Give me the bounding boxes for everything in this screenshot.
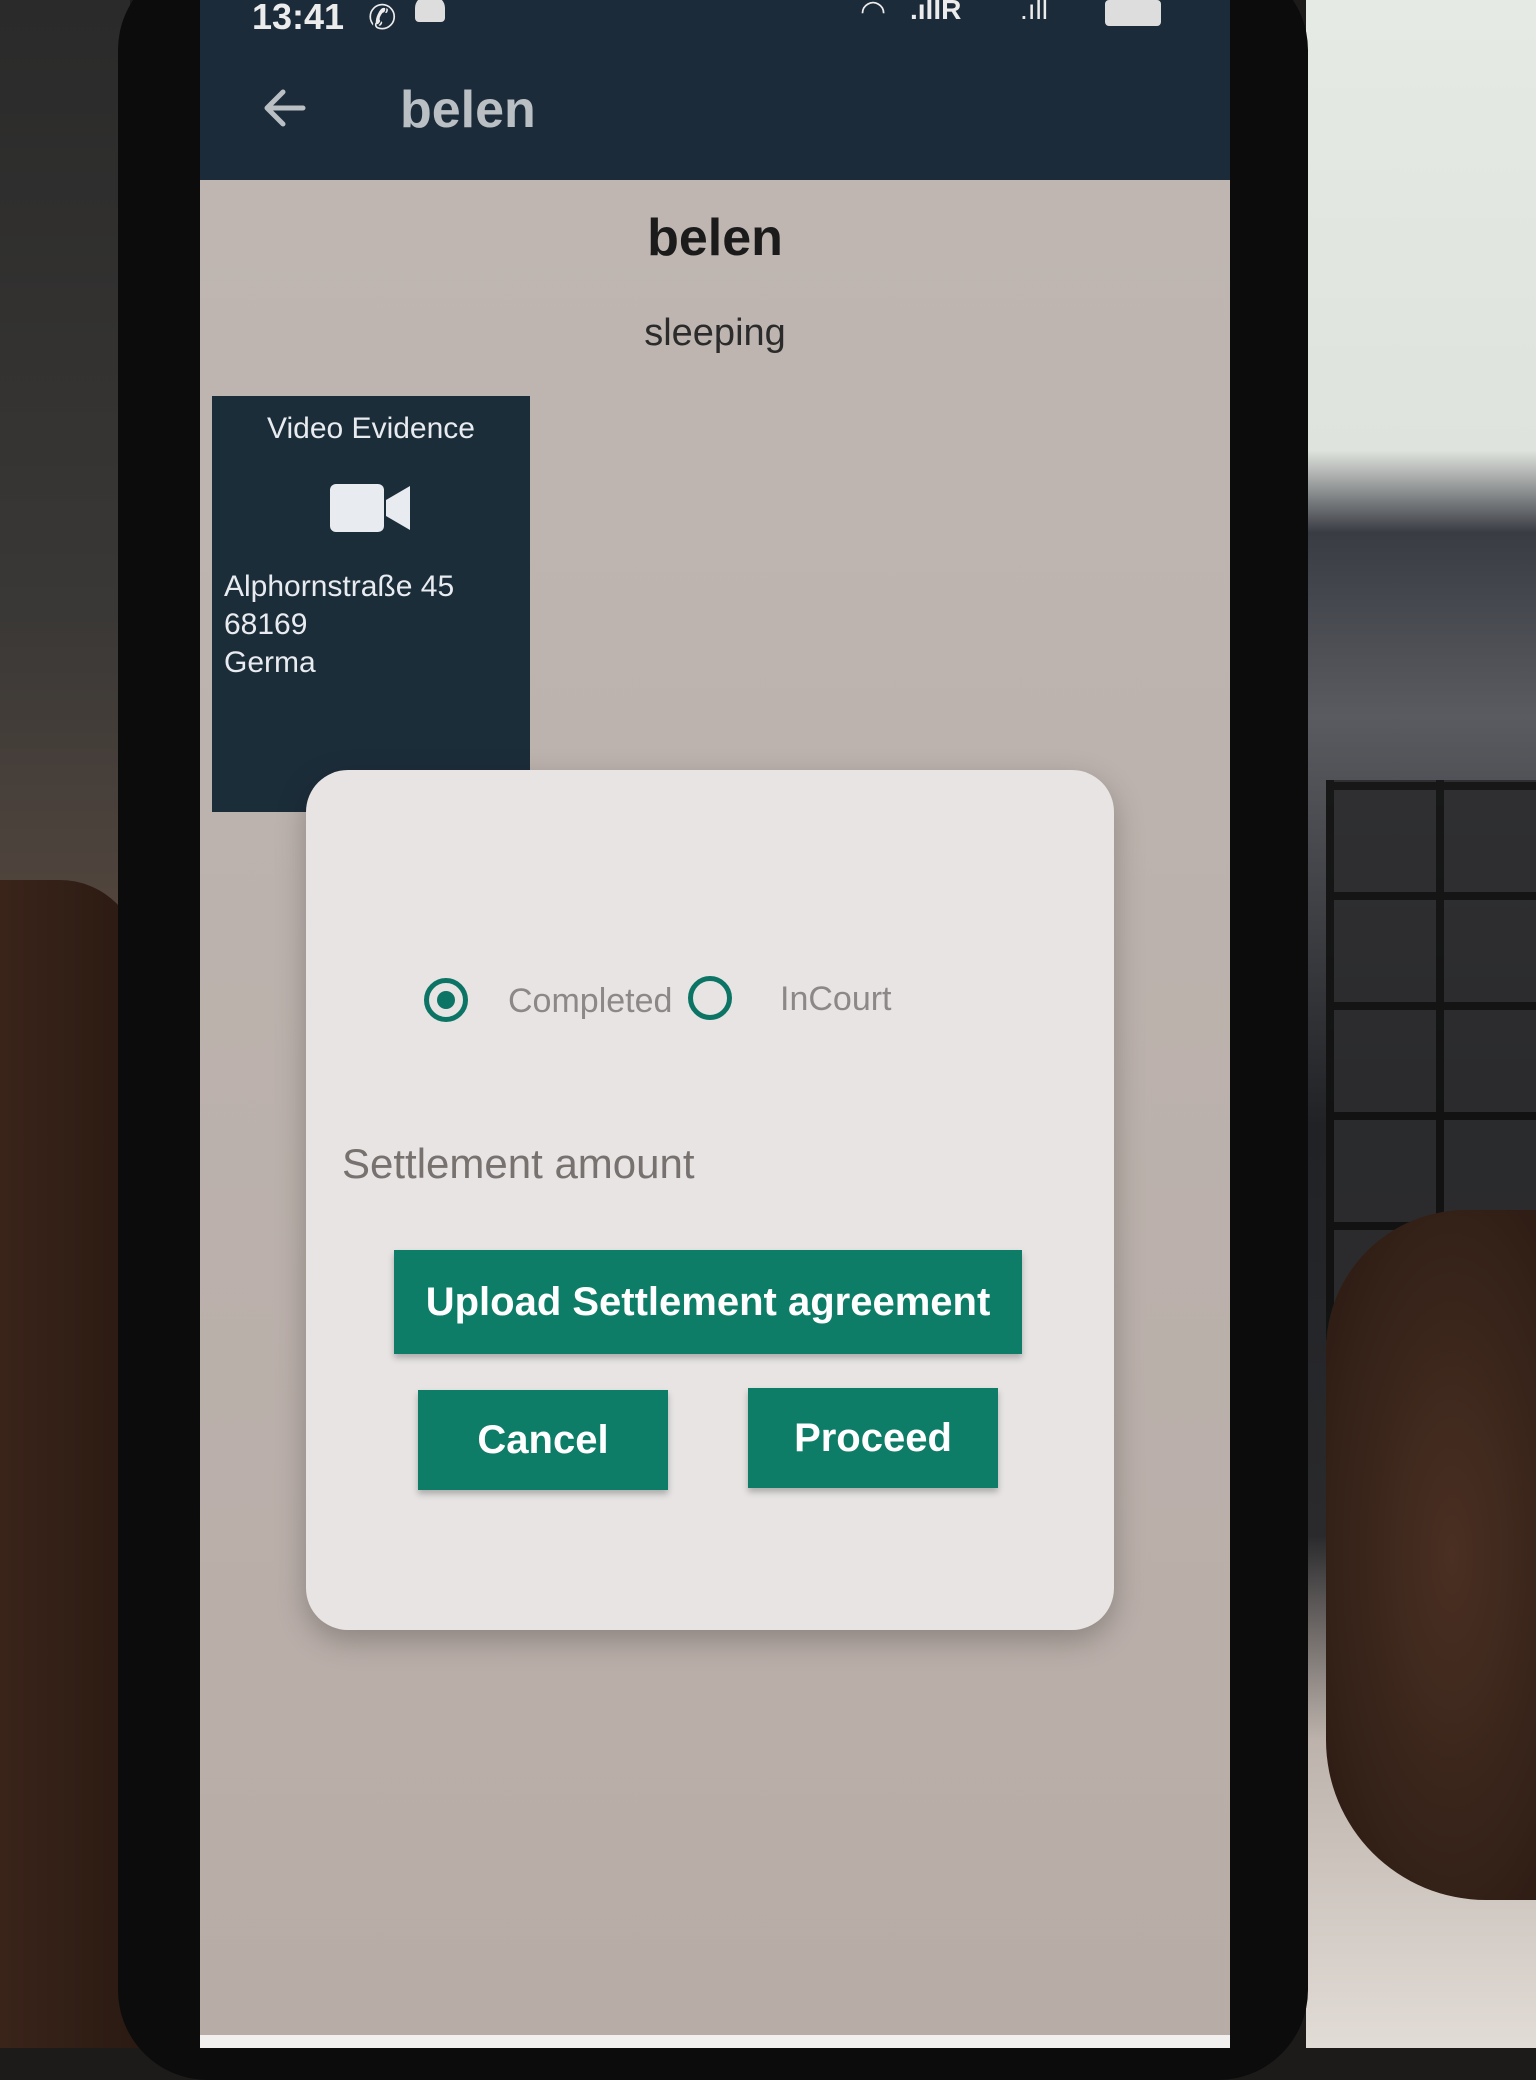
radio-incourt-label[interactable]: InCourt [780, 980, 892, 1019]
status-bar: 13:41 ✆ ◠ .ıllR .ıll [200, 0, 1230, 38]
video-address: Alphornstraße 45 68169 Germa [224, 570, 455, 679]
status-dialog: Completed InCourt Settlement amount Uplo… [306, 770, 1114, 1630]
settlement-amount-field[interactable]: Settlement amount [342, 1140, 695, 1188]
radio-selected-dot [437, 991, 455, 1009]
signal-icon: .ıllR [910, 0, 962, 25]
video-camera-icon [330, 484, 410, 532]
profile-status: sleeping [644, 312, 786, 354]
finger [1326, 1210, 1536, 1900]
navigation-bar-strip [200, 2035, 1230, 2048]
radio-completed-label[interactable]: Completed [508, 982, 672, 1021]
notification-icon [415, 0, 445, 22]
video-evidence-label: Video Evidence [267, 412, 475, 445]
content-area: belen sleeping Video Evidence Alphornstr… [200, 180, 1230, 2048]
radio-incourt[interactable] [688, 976, 732, 1020]
phone-screen: 13:41 ✆ ◠ .ıllR .ıll belen belen sleepin… [200, 0, 1230, 2048]
status-time: 13:41 [252, 0, 345, 37]
battery-icon [1105, 0, 1161, 26]
video-evidence-card[interactable]: Video Evidence Alphornstraße 45 68169 Ge… [212, 396, 530, 812]
app-bar: belen [200, 38, 1230, 180]
arrow-left-icon[interactable] [255, 78, 315, 138]
whatsapp-icon: ✆ [368, 0, 397, 37]
wifi-icon: ◠ [860, 0, 887, 28]
proceed-button[interactable]: Proceed [748, 1388, 998, 1488]
upload-settlement-button[interactable]: Upload Settlement agreement [394, 1250, 1022, 1354]
app-bar-title: belen [400, 81, 536, 139]
profile-name: belen [647, 209, 783, 267]
radio-completed[interactable] [424, 978, 468, 1022]
cancel-button[interactable]: Cancel [418, 1390, 668, 1490]
signal-icon-secondary: .ıll [1020, 0, 1048, 25]
